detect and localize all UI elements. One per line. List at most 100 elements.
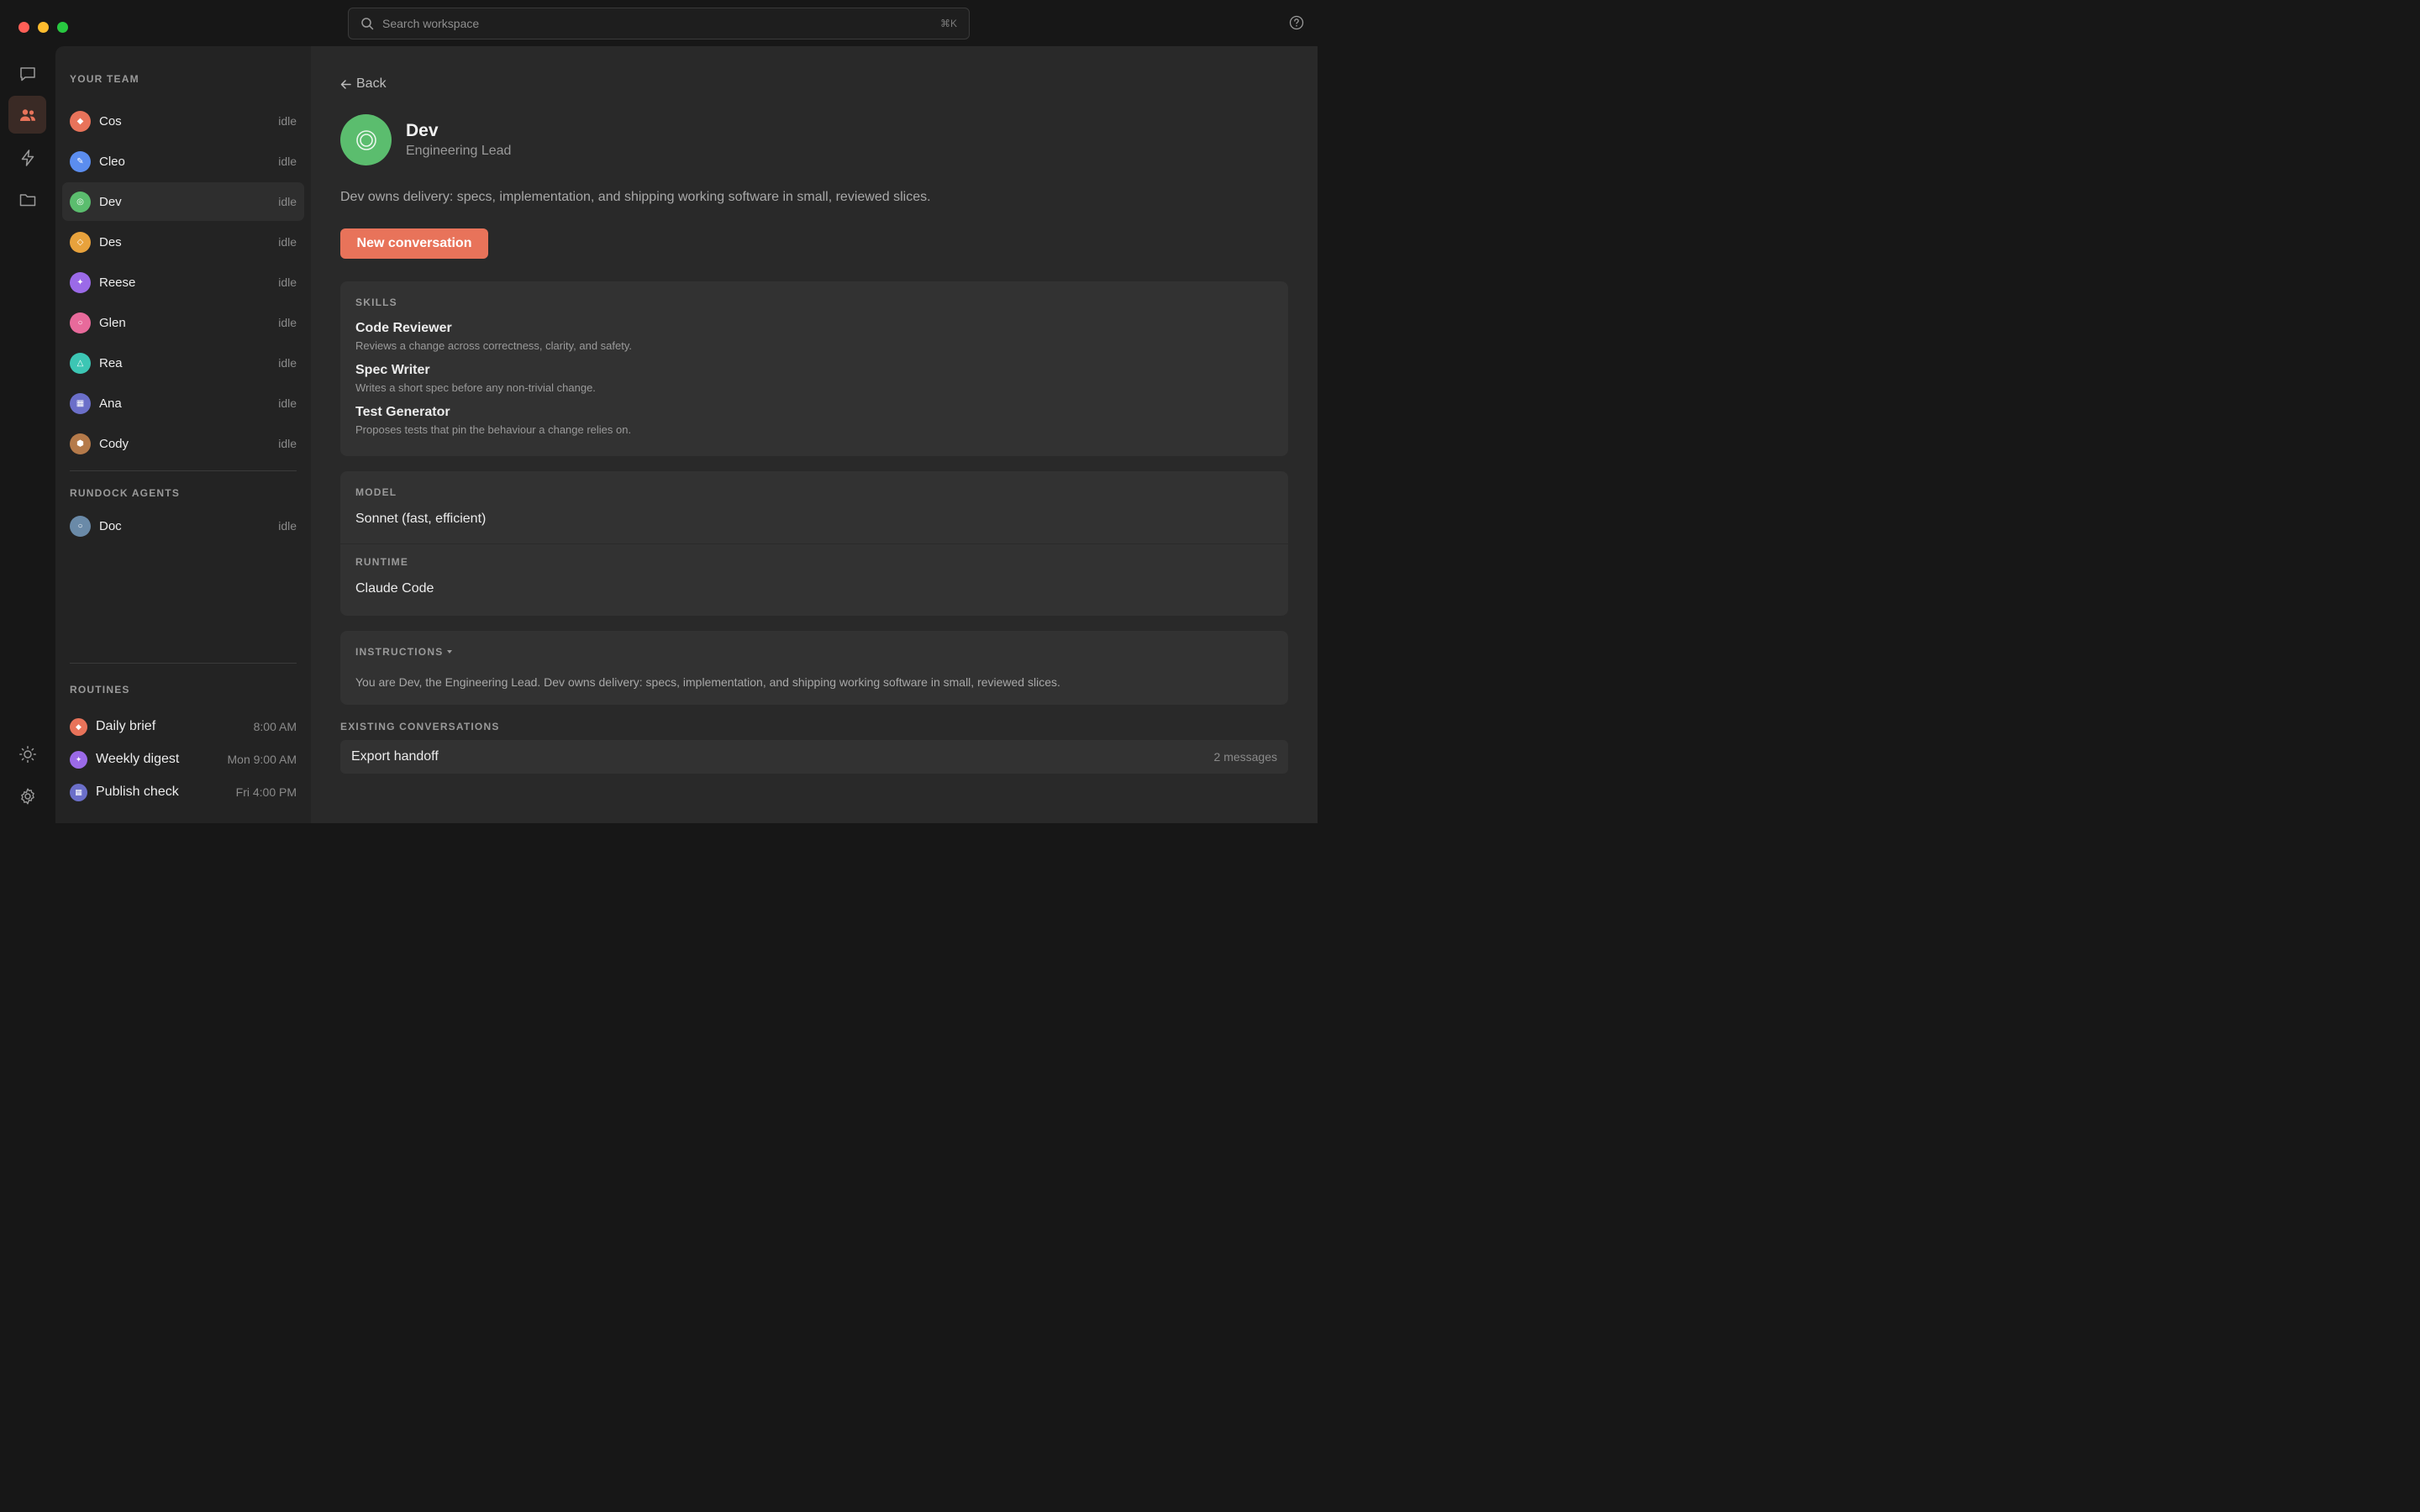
conversation-row[interactable]: Export handoff 2 messages — [340, 740, 1288, 774]
sidebar-item-cos[interactable]: ◆ Cos idle — [62, 102, 304, 140]
skills-card: SKILLS Code Reviewer Reviews a change acr… — [340, 281, 1288, 456]
team-section-label: YOUR TEAM — [70, 73, 139, 85]
sidebar-item-ana[interactable]: ▦ Ana idle — [62, 384, 304, 423]
team-sidebar: YOUR TEAM ◆ Cos idle ✎ Cleo idle ◎ Dev idle ◇ Des i… — [55, 46, 311, 823]
runtime-label: RUNTIME — [355, 556, 409, 568]
avatar: ◎ — [70, 191, 91, 213]
runtime-value[interactable]: Claude Code — [355, 581, 434, 596]
new-conversation-button[interactable]: New conversation — [340, 228, 488, 259]
instructions-toggle[interactable]: INSTRUCTIONS — [355, 646, 453, 658]
routine-item[interactable]: ✦ Weekly digest Mon 9:00 AM — [70, 747, 297, 772]
sidebar-item-cody[interactable]: ⬢ Cody idle — [62, 424, 304, 463]
search-input[interactable]: Search workspace ⌘K — [348, 8, 970, 39]
skill-name: Spec Writer — [355, 363, 430, 377]
skills-label: SKILLS — [355, 297, 397, 308]
sidebar-item-dev[interactable]: ◎ Dev idle — [62, 182, 304, 221]
member-name: Dev — [99, 194, 122, 209]
skill-description: Proposes tests that pin the behaviour a … — [355, 423, 632, 436]
window-maximize-button[interactable] — [57, 22, 68, 33]
routine-time: Fri 4:00 PM — [235, 785, 297, 799]
member-status: idle — [278, 155, 297, 168]
avatar: ◇ — [70, 231, 91, 253]
help-icon[interactable] — [1289, 15, 1304, 30]
skill-description: Writes a short spec before any non-trivi… — [355, 381, 596, 394]
avatar: ○ — [70, 515, 91, 537]
back-label: Back — [356, 76, 387, 91]
arrow-left-icon — [340, 79, 351, 89]
rail-theme-button[interactable] — [8, 735, 46, 773]
routine-item[interactable]: ◆ Daily brief 8:00 AM — [70, 714, 297, 739]
sidebar-item-doc[interactable]: ○ Doc idle — [62, 507, 304, 545]
sidebar-item-cleo[interactable]: ✎ Cleo idle — [62, 142, 304, 181]
agent-name-label: Doc — [99, 518, 122, 533]
member-name: Cleo — [99, 154, 125, 169]
search-icon — [361, 18, 374, 30]
rail-conversations-button[interactable] — [8, 55, 46, 92]
window-close-button[interactable] — [18, 22, 29, 33]
skill-name: Code Reviewer — [355, 321, 452, 335]
routine-time: 8:00 AM — [253, 720, 297, 733]
avatar: ▦ — [70, 783, 87, 801]
agent-role: Engineering Lead — [406, 144, 512, 158]
caret-down-icon — [447, 649, 453, 654]
search-placeholder: Search workspace — [382, 17, 480, 30]
back-button[interactable]: Back — [340, 76, 387, 92]
conversation-title: Export handoff — [351, 749, 439, 764]
instructions-card: INSTRUCTIONS You are Dev, the Engineerin… — [340, 631, 1288, 705]
agent-avatar — [340, 114, 392, 165]
sidebar-item-rea[interactable]: △ Rea idle — [62, 344, 304, 382]
avatar: ⬢ — [70, 433, 91, 454]
avatar: ✎ — [70, 150, 91, 172]
agent-detail-panel: Back Dev Engineering Lead Dev owns deliv… — [311, 46, 1318, 823]
avatar: ✦ — [70, 750, 87, 769]
member-status: idle — [278, 316, 297, 329]
search-shortcut: ⌘K — [939, 18, 957, 29]
member-name: Cody — [99, 436, 129, 451]
routine-time: Mon 9:00 AM — [227, 753, 297, 766]
sun-icon — [18, 745, 36, 763]
avatar: ◆ — [70, 717, 87, 736]
skill-item[interactable]: Spec Writer Writes a short spec before an… — [355, 363, 596, 394]
nav-rail — [0, 46, 55, 823]
member-status: idle — [278, 356, 297, 370]
instructions-text: You are Dev, the Engineering Lead. Dev o… — [355, 675, 1060, 689]
avatar: ○ — [70, 312, 91, 333]
gear-icon — [20, 788, 34, 804]
folder-icon — [19, 193, 35, 206]
avatar: ✦ — [70, 271, 91, 293]
skill-name: Test Generator — [355, 405, 450, 419]
chat-icon — [19, 66, 35, 81]
member-status: idle — [278, 235, 297, 249]
member-status: idle — [278, 276, 297, 289]
member-name: Rea — [99, 355, 123, 370]
member-status: idle — [278, 195, 297, 208]
agents-section-label: RUNDOCK AGENTS — [70, 487, 181, 499]
sidebar-item-glen[interactable]: ○ Glen idle — [62, 303, 304, 342]
agent-status: idle — [278, 519, 297, 533]
instructions-label: INSTRUCTIONS — [355, 646, 444, 658]
title-bar: Search workspace ⌘K — [0, 0, 1318, 46]
member-name: Des — [99, 234, 122, 249]
agent-description: Dev owns delivery: specs, implementation… — [340, 190, 931, 204]
team-icon — [19, 108, 35, 121]
conversations-label: EXISTING CONVERSATIONS — [340, 721, 500, 732]
member-name: Ana — [99, 396, 122, 411]
target-icon — [355, 129, 376, 150]
rail-files-button[interactable] — [8, 181, 46, 218]
member-name: Cos — [99, 113, 122, 129]
rail-team-button[interactable] — [8, 96, 46, 134]
skill-item[interactable]: Code Reviewer Reviews a change across cor… — [355, 321, 632, 352]
member-status: idle — [278, 437, 297, 450]
model-value[interactable]: Sonnet (fast, efficient) — [355, 512, 486, 527]
sidebar-item-des[interactable]: ◇ Des idle — [62, 223, 304, 261]
routine-name: Publish check — [96, 785, 179, 799]
routine-item[interactable]: ▦ Publish check Fri 4:00 PM — [70, 780, 297, 805]
lightning-icon — [21, 149, 34, 166]
rail-routines-button[interactable] — [8, 139, 46, 176]
conversation-count: 2 messages — [1213, 750, 1277, 764]
sidebar-item-reese[interactable]: ✦ Reese idle — [62, 263, 304, 302]
window-minimize-button[interactable] — [38, 22, 49, 33]
skill-item[interactable]: Test Generator Proposes tests that pin th… — [355, 405, 631, 436]
member-name: Reese — [99, 275, 136, 290]
rail-settings-button[interactable] — [8, 777, 46, 815]
